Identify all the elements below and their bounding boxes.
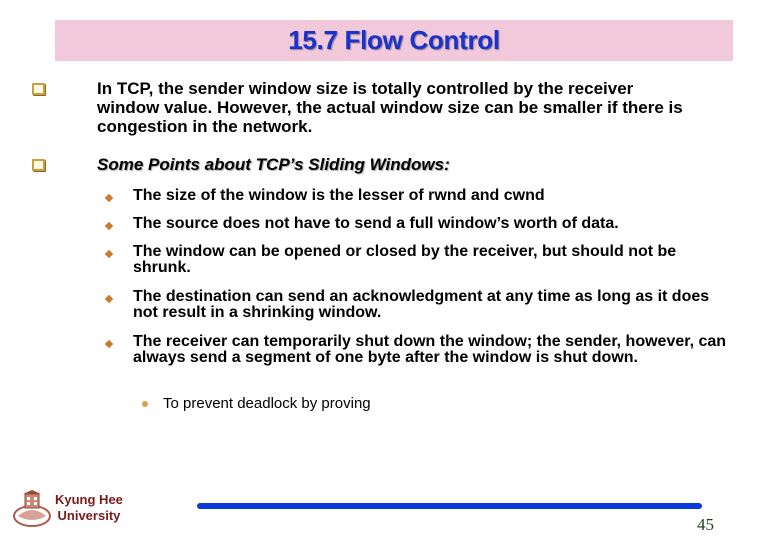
diamond-bullet-icon: [104, 249, 114, 259]
sub-point-3: The window can be opened or closed by th…: [104, 244, 744, 276]
sub-sub-point-text: To prevent deadlock by proving: [163, 395, 371, 412]
checkbox-bullet-icon: [32, 83, 45, 95]
sub-point-text: The size of the window is the lesser of …: [133, 187, 545, 204]
footer-divider: [197, 503, 702, 509]
bullet-heading: Some Points about TCP’s Sliding Windows:: [97, 155, 450, 174]
checkbox-bullet-icon: [32, 159, 45, 171]
sub-point-text: The window can be opened or closed by th…: [133, 243, 677, 276]
dot-bullet-icon: [142, 401, 148, 407]
slide-title-bar: 15.7 Flow Control: [55, 20, 733, 61]
page-number: 45: [697, 515, 714, 534]
sub-point-text: The receiver can temporarily shut down t…: [133, 333, 727, 366]
institution-name: Kyung Hee University: [55, 492, 123, 524]
diamond-bullet-icon: [104, 221, 114, 231]
sub-point-text: The source does not have to send a full …: [133, 215, 619, 232]
bullet-point-1: In TCP, the sender window size is totall…: [32, 79, 732, 136]
sub-point-5: The receiver can temporarily shut down t…: [104, 334, 744, 366]
diamond-bullet-icon: [104, 294, 114, 304]
slide-title: 15.7 Flow Control: [288, 25, 500, 55]
sub-point-text: The destination can send an acknowledgme…: [133, 288, 710, 321]
sub-point-1: The size of the window is the lesser of …: [104, 188, 744, 204]
sub-point-2: The source does not have to send a full …: [104, 216, 744, 232]
diamond-bullet-icon: [104, 339, 114, 349]
institution-line-1: Kyung Hee: [55, 492, 123, 507]
sub-sub-point-1: To prevent deadlock by proving: [142, 395, 742, 412]
institution-line-2: University: [57, 508, 121, 523]
university-emblem-icon: [13, 490, 51, 527]
diamond-bullet-icon: [104, 193, 114, 203]
bullet-text: In TCP, the sender window size is totall…: [97, 79, 683, 136]
sub-point-4: The destination can send an acknowledgme…: [104, 289, 744, 321]
bullet-point-2: Some Points about TCP’s Sliding Windows:: [32, 155, 732, 174]
